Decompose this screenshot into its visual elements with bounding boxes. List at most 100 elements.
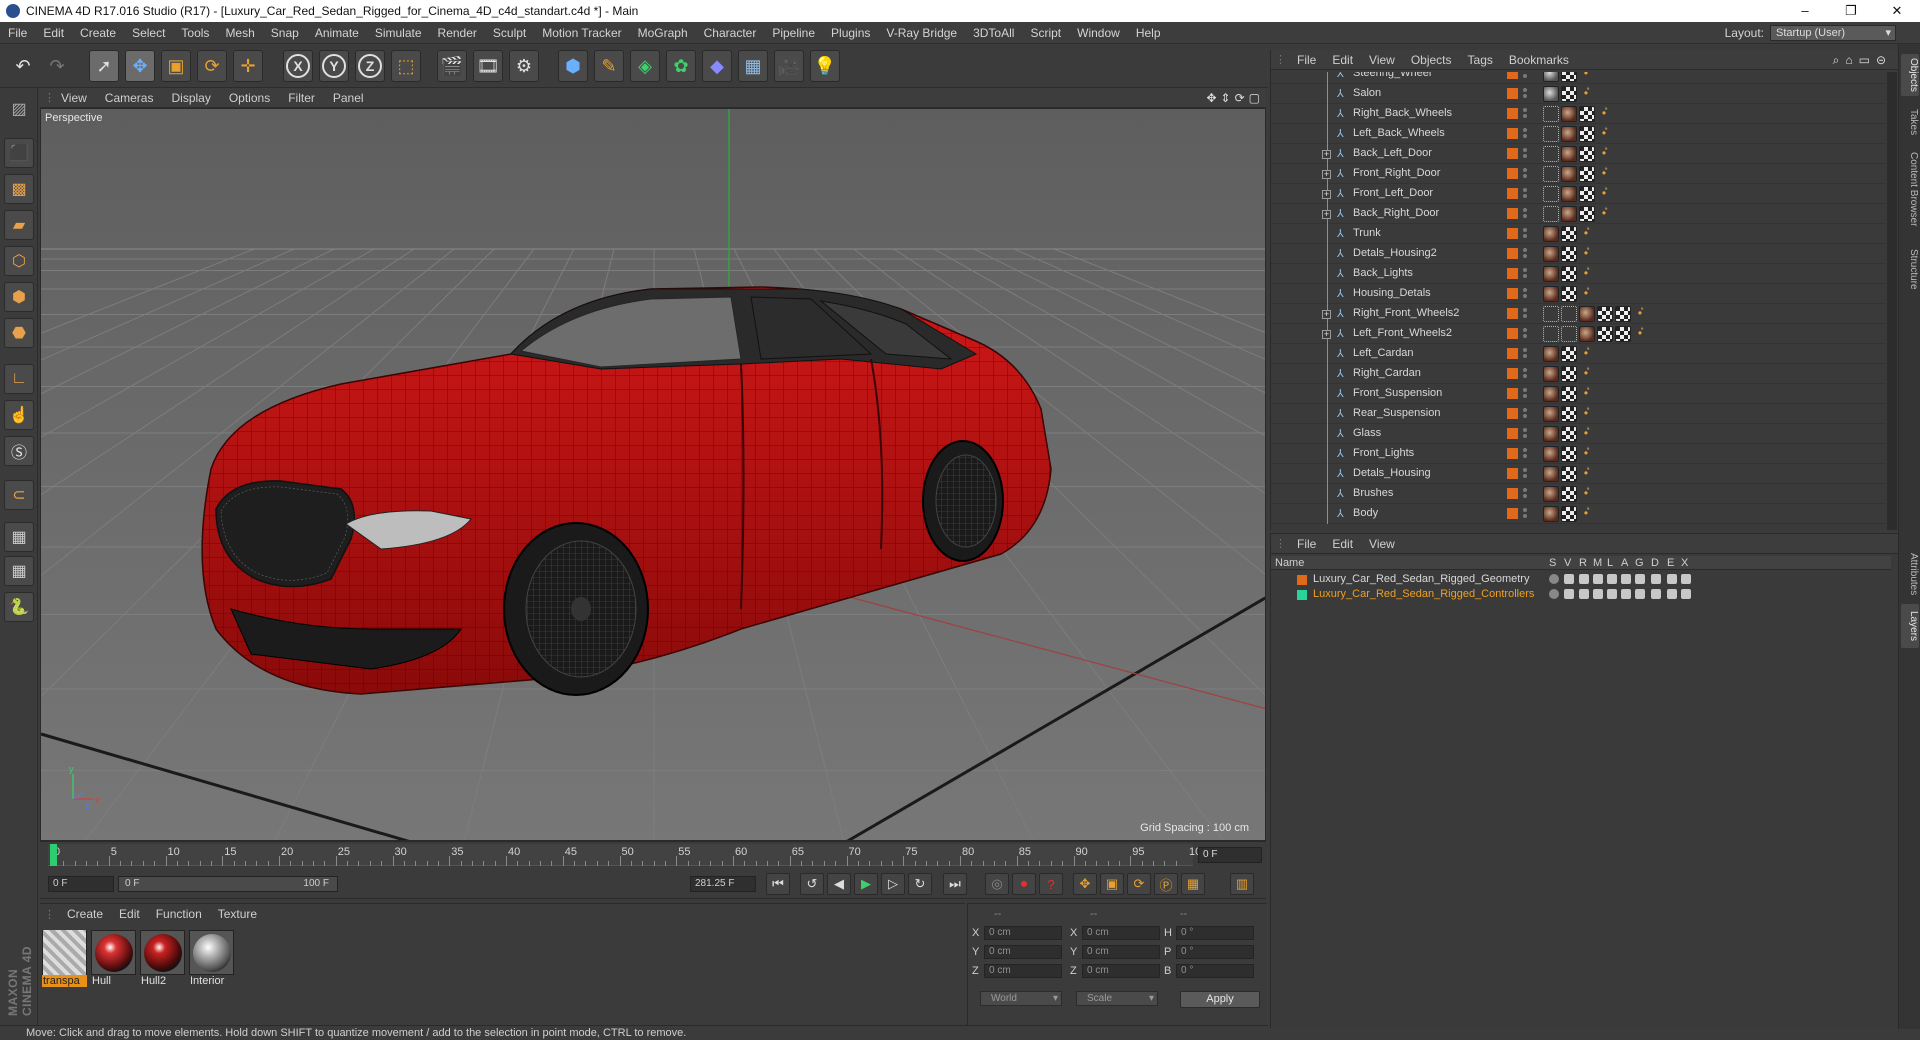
right-tab-attributes[interactable]: Attributes (1901, 544, 1919, 604)
layer-menu-view[interactable]: View (1361, 537, 1403, 551)
material-menu-edit[interactable]: Edit (111, 907, 148, 921)
texture-tag-icon[interactable] (1561, 406, 1577, 422)
rotate-tool-icon[interactable]: ⟳ (197, 50, 227, 82)
object-name[interactable]: Back_Lights (1353, 267, 1413, 279)
layer-toggle-a-icon[interactable] (1621, 574, 1631, 584)
material-tag-icon[interactable] (1543, 386, 1559, 402)
maximize-view-icon[interactable]: ▢ (1249, 91, 1260, 105)
texture-tag-icon[interactable] (1561, 72, 1577, 82)
material-tag-icon[interactable] (1561, 126, 1577, 142)
magnet-icon[interactable]: ⊂ (4, 480, 34, 510)
visibility-dots[interactable] (1523, 506, 1529, 522)
constraint-tag-icon[interactable]: •̊ (1579, 506, 1593, 522)
object-row-steering-wheel[interactable]: ⅄ Steering_Wheel •̊ (1271, 72, 1886, 84)
layer-toggle-d-icon[interactable] (1651, 574, 1661, 584)
material-interior[interactable]: Interior (189, 930, 234, 988)
layer-column-name[interactable]: Name (1275, 557, 1304, 569)
expand-toggle[interactable]: + (1322, 150, 1331, 159)
keyframe-selection-icon[interactable]: ? (1039, 873, 1063, 895)
object-name[interactable]: Left_Back_Wheels (1353, 127, 1445, 139)
expand-toggle[interactable]: + (1322, 210, 1331, 219)
texture-tag-icon[interactable] (1561, 486, 1577, 502)
visibility-dots[interactable] (1523, 446, 1529, 462)
layout-dropdown[interactable]: Startup (User) ▾ (1770, 25, 1896, 41)
snap-s-icon[interactable]: Ⓢ (4, 436, 34, 466)
layer-toggle-g-icon[interactable] (1635, 589, 1645, 599)
menu-script[interactable]: Script (1022, 26, 1069, 40)
menu-mograph[interactable]: MoGraph (630, 26, 696, 40)
constraint-tag-icon[interactable]: •̊ (1597, 166, 1611, 182)
coord-rotation-h-field[interactable]: 0 ° (1176, 926, 1254, 940)
menu-snap[interactable]: Snap (263, 26, 307, 40)
visibility-dots[interactable] (1523, 186, 1529, 202)
material-menu-create[interactable]: Create (59, 907, 111, 921)
texture-tag-icon[interactable] (1561, 86, 1577, 102)
visibility-dots[interactable] (1523, 126, 1529, 142)
material-transpa[interactable]: transpa (42, 930, 87, 988)
layer-color-swatch[interactable] (1507, 388, 1518, 399)
visibility-dots[interactable] (1523, 106, 1529, 122)
material-hull2[interactable]: Hull2 (140, 930, 185, 988)
layer-name[interactable]: Luxury_Car_Red_Sedan_Rigged_Geometry (1313, 573, 1529, 585)
layer-toggle-v-icon[interactable] (1564, 574, 1574, 584)
visibility-dots[interactable] (1523, 226, 1529, 242)
go-to-start-icon[interactable]: ⏮ (766, 873, 790, 895)
layer-color-swatch[interactable] (1507, 468, 1518, 479)
home-icon[interactable]: ⌂ (1845, 53, 1852, 68)
material-hull[interactable]: Hull (91, 930, 136, 988)
texture-tag-icon[interactable] (1579, 146, 1595, 162)
axis-y-toggle[interactable]: Y (319, 50, 349, 82)
coord-position-y-field[interactable]: 0 cm (984, 945, 1062, 959)
layer-toggle-g-icon[interactable] (1635, 574, 1645, 584)
rig-tag-icon[interactable] (1543, 146, 1559, 162)
visibility-dots[interactable] (1523, 406, 1529, 422)
material-menu-texture[interactable]: Texture (210, 907, 265, 921)
material-preview[interactable] (189, 930, 234, 975)
object-row-left-back-wheels[interactable]: ⅄ Left_Back_Wheels •̊ (1271, 124, 1886, 144)
object-row-left-front-wheels2[interactable]: + ⅄ Left_Front_Wheels2 •̊ (1271, 324, 1886, 344)
menu-sculpt[interactable]: Sculpt (485, 26, 534, 40)
record-keys-icon[interactable]: ◎ (985, 873, 1009, 895)
undo-icon[interactable]: ↶ (8, 50, 38, 82)
layer-color-swatch[interactable] (1507, 348, 1518, 359)
layer-toggle-a-icon[interactable] (1621, 589, 1631, 599)
object-name[interactable]: Salon (1353, 87, 1381, 99)
rig-tag-icon[interactable] (1561, 326, 1577, 342)
layer-menu-file[interactable]: File (1289, 537, 1324, 551)
material-tag-icon[interactable] (1543, 486, 1559, 502)
object-name[interactable]: Front_Lights (1353, 447, 1414, 459)
material-tag-icon[interactable] (1561, 146, 1577, 162)
render-picture-viewer-icon[interactable]: 🎞 (473, 50, 503, 82)
render-settings-icon[interactable]: ⚙ (509, 50, 539, 82)
select-arrow-icon[interactable]: ➚ (89, 50, 119, 82)
object-row-detals-housing[interactable]: ⅄ Detals_Housing •̊ (1271, 464, 1886, 484)
right-tab-layers[interactable]: Layers (1901, 604, 1919, 648)
menu-animate[interactable]: Animate (307, 26, 367, 40)
apply-button[interactable]: Apply (1180, 991, 1260, 1008)
constraint-tag-icon[interactable]: •̊ (1579, 366, 1593, 382)
object-menu-view[interactable]: View (1361, 53, 1403, 67)
new-view-icon[interactable]: ▭ (1859, 53, 1870, 68)
menu-file[interactable]: File (0, 26, 35, 40)
object-name[interactable]: Body (1353, 507, 1378, 519)
layer-name[interactable]: Luxury_Car_Red_Sedan_Rigged_Controllers (1313, 588, 1534, 600)
visibility-dots[interactable] (1523, 206, 1529, 222)
texture-tag-icon[interactable] (1561, 426, 1577, 442)
coord-position-x-field[interactable]: 0 cm (984, 926, 1062, 940)
constraint-tag-icon[interactable]: •̊ (1597, 146, 1611, 162)
redo-icon[interactable]: ↷ (42, 50, 72, 82)
menu-help[interactable]: Help (1128, 26, 1169, 40)
texture-tag-icon[interactable] (1561, 246, 1577, 262)
layer-column-e[interactable]: E (1667, 557, 1674, 569)
visibility-dots[interactable] (1523, 246, 1529, 262)
texture-tag-icon[interactable] (1579, 106, 1595, 122)
object-name[interactable]: Front_Suspension (1353, 387, 1442, 399)
constraint-tag-icon[interactable]: •̊ (1579, 346, 1593, 362)
previous-frame-icon[interactable]: ◀ (827, 873, 851, 895)
right-tab-structure[interactable]: Structure (1901, 244, 1919, 294)
transform-tool-icon[interactable]: ✛ (233, 50, 263, 82)
rig-tag-icon[interactable] (1543, 106, 1559, 122)
size-mode-dropdown[interactable]: Scale ▾ (1076, 991, 1158, 1006)
material-tag-icon[interactable] (1543, 346, 1559, 362)
points-mode-icon[interactable]: ⬡ (4, 246, 34, 276)
